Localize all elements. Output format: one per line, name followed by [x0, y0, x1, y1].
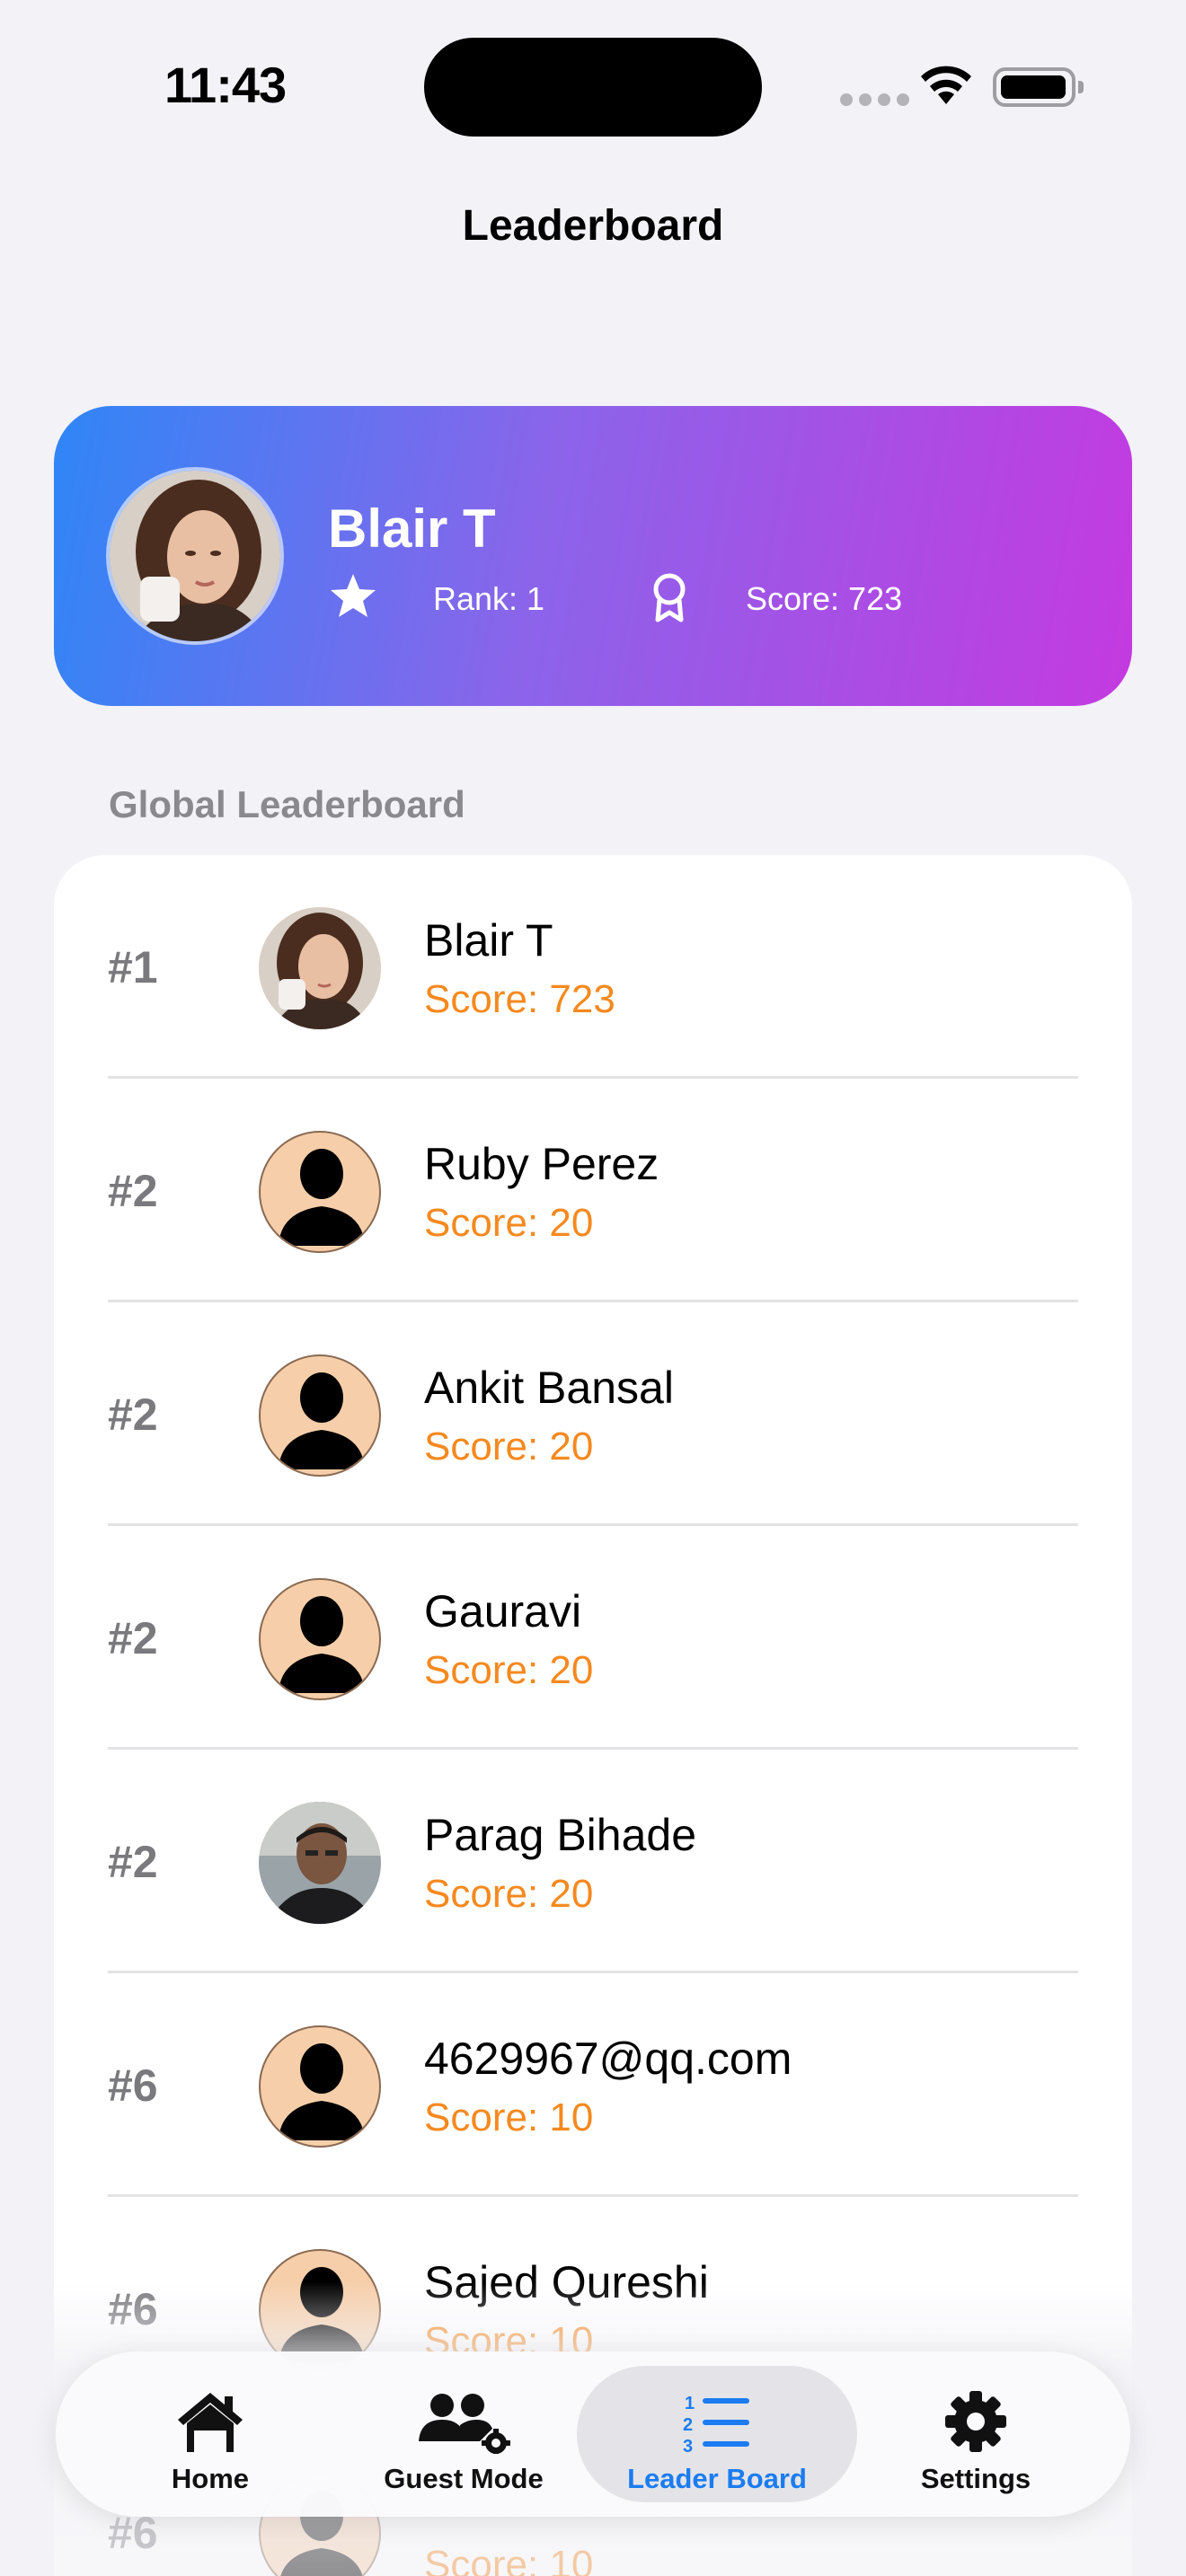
avatar — [259, 1802, 381, 1924]
list-item[interactable]: #2 Parag Bihade Score: 20 — [54, 1750, 1132, 1973]
player-name: 4629967@qq.com — [424, 2033, 792, 2084]
status-time: 11:43 — [164, 57, 287, 113]
svg-text:2: 2 — [683, 2415, 693, 2435]
player-name: Gauravi — [424, 1586, 582, 1636]
star-icon — [331, 574, 376, 617]
avatar — [259, 1354, 381, 1477]
player-score: Score: 20 — [424, 1201, 594, 1245]
rank-number: #2 — [108, 1166, 158, 1216]
house-icon — [178, 2393, 243, 2452]
tab-home[interactable]: Home — [70, 2366, 350, 2502]
player-score: Score: 20 — [424, 1425, 594, 1469]
rank-number: #6 — [108, 2060, 158, 2111]
wifi-icon — [921, 66, 971, 104]
list-item[interactable]: #2 Ankit Bansal Score: 20 — [54, 1302, 1132, 1526]
avatar — [259, 1578, 381, 1700]
list-item[interactable]: #6 4629967@qq.com Score: 10 — [54, 1973, 1132, 2197]
status-bar: 11:43 — [0, 0, 1186, 180]
player-score: Score: 10 — [424, 2095, 594, 2139]
rank-number: #1 — [108, 942, 158, 992]
player-name: Sajed Qureshi — [424, 2257, 709, 2307]
numbered-list-icon: 1 2 3 — [683, 2394, 749, 2454]
svg-text:3: 3 — [683, 2437, 693, 2454]
player-name: Blair T — [424, 915, 553, 966]
player-score: Score: 20 — [424, 1648, 594, 1692]
tab-settings[interactable]: Settings — [836, 2366, 1116, 2502]
rank-number: #2 — [108, 1837, 158, 1887]
player-score: Score: 10 — [424, 2543, 594, 2576]
award-ribbon-icon — [653, 573, 686, 622]
list-item[interactable]: #2 Gauravi Score: 20 — [54, 1526, 1132, 1750]
rank-number: #2 — [108, 1613, 158, 1663]
tab-leader-board[interactable]: 1 2 3 Leader Board — [577, 2366, 857, 2502]
rank-number: #2 — [108, 1389, 158, 1440]
svg-text:1: 1 — [685, 2394, 695, 2413]
guest-mode-icon — [419, 2394, 510, 2454]
user-stats: Rank: 1 Score: 723 — [328, 571, 957, 625]
avatar — [259, 2025, 381, 2148]
rank-label: Rank: 1 — [433, 580, 545, 617]
avatar — [259, 907, 381, 1029]
gear-icon — [945, 2391, 1006, 2452]
section-header: Global Leaderboard — [109, 783, 465, 825]
list-item[interactable]: #1 Blair T Score: 723 — [54, 855, 1132, 1079]
score-label: Score: 723 — [746, 580, 903, 617]
user-name: Blair T — [328, 498, 496, 559]
dynamic-island — [424, 38, 762, 137]
avatar — [106, 467, 284, 645]
cellular-signal-icon — [840, 93, 909, 106]
current-user-card[interactable]: Blair T Rank: 1 Score: 723 — [54, 406, 1132, 706]
tab-label: Home — [171, 2463, 250, 2494]
avatar — [259, 1131, 381, 1253]
tab-label: Guest Mode — [384, 2463, 544, 2494]
leaderboard-list[interactable]: #1 Blair T Score: 723 #2 Ruby Perez Scor… — [54, 855, 1132, 2576]
player-name: Parag Bihade — [424, 1810, 697, 1860]
battery-icon — [993, 67, 1084, 107]
tab-guest-mode[interactable]: Guest Mode — [323, 2366, 604, 2502]
player-score: Score: 20 — [424, 1872, 594, 1916]
list-item[interactable]: #2 Ruby Perez Score: 20 — [54, 1079, 1132, 1302]
tab-label: Leader Board — [627, 2463, 807, 2494]
tab-label: Settings — [920, 2463, 1031, 2494]
tab-bar: Home Guest Mode 1 2 3 Leader Board Setti… — [56, 2351, 1130, 2517]
page-title: Leaderboard — [462, 202, 724, 250]
player-name: Ankit Bansal — [424, 1363, 674, 1413]
player-score: Score: 723 — [424, 977, 615, 1021]
rank-number: #6 — [108, 2284, 158, 2334]
player-name: Ruby Perez — [424, 1139, 659, 1189]
